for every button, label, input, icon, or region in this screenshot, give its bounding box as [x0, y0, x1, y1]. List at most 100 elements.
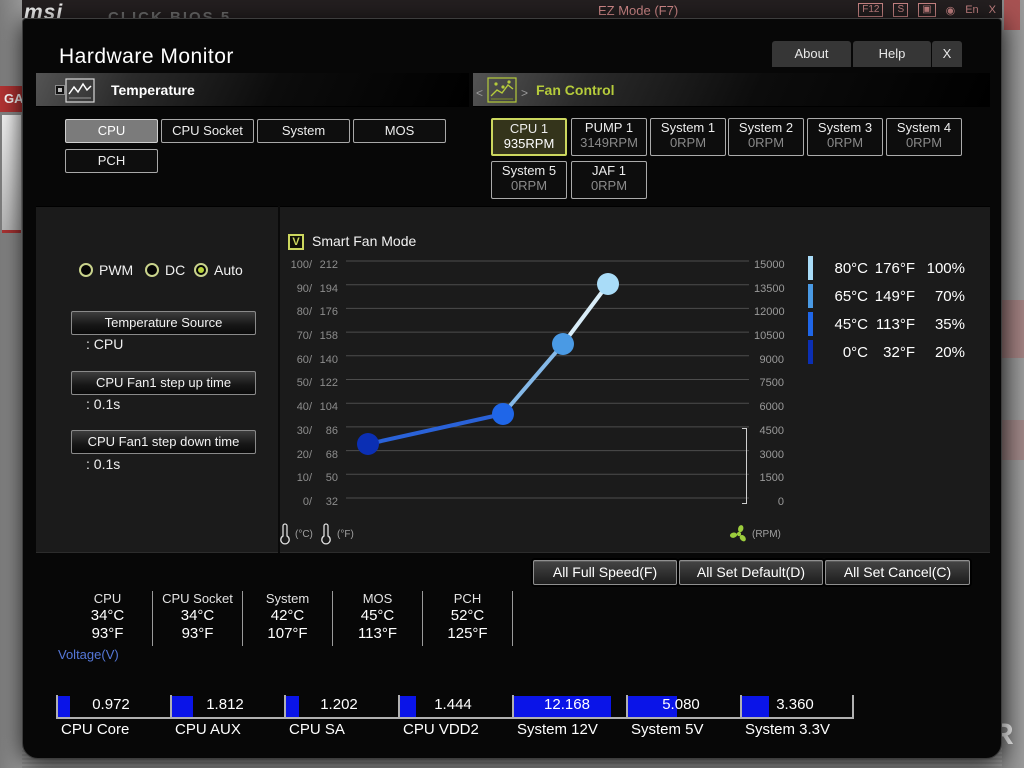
fan-curve-segment	[561, 282, 610, 346]
bios-close-button[interactable]: X	[989, 4, 996, 16]
legend-temp-f: 32°F	[883, 343, 915, 361]
rpm-range-bracket	[742, 428, 747, 504]
readout-name: System	[265, 591, 310, 606]
all-set-default-button[interactable]: All Set Default(D)	[679, 560, 823, 585]
mode-auto-radio[interactable]: Auto	[194, 262, 243, 278]
fan-name: System 2	[738, 120, 794, 135]
fan-name: PUMP 1	[584, 120, 634, 135]
fan-curve-point[interactable]	[597, 273, 619, 295]
fan-system3-button[interactable]: System 3 0RPM	[807, 118, 883, 156]
game-boost-knob[interactable]	[2, 115, 21, 233]
bios-topbar-icons: F12 S ▣ ◉ En X	[858, 3, 996, 17]
mode-dc-radio[interactable]: DC	[145, 262, 185, 278]
temperature-chart-icon	[65, 78, 95, 103]
fan-curve-segment	[367, 412, 504, 446]
fan-name: System 3	[817, 120, 873, 135]
gauge-value: 12.168	[544, 696, 590, 713]
fan-name: System 5	[501, 163, 557, 178]
readout-name: PCH	[453, 591, 482, 606]
bios-top-bar: msi CLICK BIOS 5 EZ Mode (F7) F12 S ▣ ◉ …	[0, 0, 1024, 18]
voltage-gauge-cpu-vdd2: 1.444	[398, 695, 512, 719]
step-down-time-value: : 0.1s	[86, 456, 121, 472]
all-set-cancel-button[interactable]: All Set Cancel(C)	[825, 560, 970, 585]
legend-temp-f: 113°F	[875, 315, 915, 333]
right-edge-accent	[1002, 420, 1024, 460]
fan-curve-point[interactable]	[492, 403, 514, 425]
fan-prev-arrow[interactable]: <	[476, 79, 483, 107]
temperature-source-button[interactable]: Temperature Source	[71, 311, 256, 335]
all-full-speed-button[interactable]: All Full Speed(F)	[533, 560, 677, 585]
screen: msi CLICK BIOS 5 EZ Mode (F7) F12 S ▣ ◉ …	[0, 0, 1024, 768]
fan-name: JAF 1	[592, 163, 626, 178]
readout-fahrenheit: 125°F	[447, 625, 488, 642]
readout-fahrenheit: 107°F	[267, 625, 308, 642]
fan-curve-point[interactable]	[552, 333, 574, 355]
readout-fahrenheit: 93°F	[181, 625, 214, 642]
rpm-axis-ticks: 15000 13500 12000 10500 9000 7500 6000 4500 3000…	[754, 257, 785, 510]
collapse-checkbox-icon[interactable]	[55, 85, 65, 95]
readout-cpu: CPU 34°C 93°F	[63, 591, 153, 646]
fan-system1-button[interactable]: System 1 0RPM	[650, 118, 726, 156]
radio-icon	[194, 263, 208, 277]
temp-source-pch-button[interactable]: PCH	[65, 149, 158, 173]
gauge-end-bracket	[852, 695, 854, 719]
readout-mos: MOS 45°C 113°F	[333, 591, 423, 646]
boot-menu-icon[interactable]: F12	[858, 3, 884, 17]
radio-icon	[145, 263, 159, 277]
help-button[interactable]: Help	[853, 41, 931, 67]
readout-pch: PCH 52°C 125°F	[423, 591, 513, 646]
rail-name-system-12v: System 12V	[517, 721, 598, 738]
legend-row: 45°C 113°F 35%	[808, 312, 965, 336]
language-button[interactable]: En	[965, 4, 978, 16]
step-down-time-button[interactable]: CPU Fan1 step down time	[71, 430, 256, 454]
radio-label: PWM	[99, 262, 134, 278]
fan-name: System 1	[660, 120, 716, 135]
legend-row: 65°C 149°F 70%	[808, 284, 965, 308]
fan-rpm: 0RPM	[826, 135, 864, 150]
fan-next-arrow[interactable]: >	[521, 79, 528, 107]
fan-system2-button[interactable]: System 2 0RPM	[728, 118, 804, 156]
fan-name: CPU 1	[509, 121, 549, 136]
rpm-tick-label: 12000	[754, 306, 785, 319]
thermometer-icon	[321, 523, 331, 545]
legend-row: 0°C 32°F 20%	[808, 340, 965, 364]
voltage-gauge-system-5v: 5.080	[626, 695, 740, 719]
fan-curve-point[interactable]	[357, 433, 379, 455]
monitor-icon[interactable]: ▣	[918, 3, 936, 17]
fan-jaf1-button[interactable]: JAF 1 0RPM	[571, 161, 647, 199]
about-button[interactable]: About	[772, 41, 851, 67]
rail-name-system-3v3: System 3.3V	[745, 721, 831, 738]
mode-pwm-radio[interactable]: PWM	[79, 262, 133, 278]
fan-system4-button[interactable]: System 4 0RPM	[886, 118, 962, 156]
readout-celsius: 34°C	[180, 607, 215, 624]
voltage-gauge-cpu-aux: 1.812	[170, 695, 284, 719]
temp-source-mos-button[interactable]: MOS	[353, 119, 446, 143]
temp-tick-label: 40/104	[296, 401, 338, 414]
voltage-gauge-cpu-core: 0.972	[56, 695, 170, 719]
fan-rpm: 0RPM	[747, 135, 785, 150]
fan-pump1-button[interactable]: PUMP 1 3149RPM	[571, 118, 647, 156]
temp-tick-label: 70/158	[296, 330, 338, 343]
screenshot-icon[interactable]: S	[893, 3, 909, 17]
readout-celsius: 45°C	[360, 607, 395, 624]
smart-fan-mode-checkbox[interactable]: V	[288, 234, 304, 250]
bios-right-edge	[1002, 0, 1024, 768]
temperature-section-title: Temperature	[111, 82, 195, 98]
fan-cpu1-button[interactable]: CPU 1 935RPM	[491, 118, 567, 156]
fan-curve-chart[interactable]	[346, 255, 752, 505]
readout-fahrenheit: 93°F	[91, 625, 124, 642]
temp-source-cpu-socket-button[interactable]: CPU Socket	[161, 119, 254, 143]
legend-temp-f: 149°F	[874, 287, 915, 305]
ez-mode-button[interactable]: EZ Mode (F7)	[598, 3, 678, 18]
fan-rpm: 0RPM	[669, 135, 707, 150]
temp-source-system-button[interactable]: System	[257, 119, 350, 143]
step-up-time-button[interactable]: CPU Fan1 step up time	[71, 371, 256, 395]
gauge-value: 0.972	[92, 696, 130, 713]
legend-duty-pct: 35%	[934, 315, 965, 333]
bios-version-label: CLICK BIOS 5	[108, 9, 232, 18]
gauge-value: 1.812	[206, 696, 244, 713]
temp-source-cpu-button[interactable]: CPU	[65, 119, 158, 143]
close-button[interactable]: X	[932, 41, 962, 67]
fan-system5-button[interactable]: System 5 0RPM	[491, 161, 567, 199]
bell-icon[interactable]: ◉	[946, 4, 956, 17]
